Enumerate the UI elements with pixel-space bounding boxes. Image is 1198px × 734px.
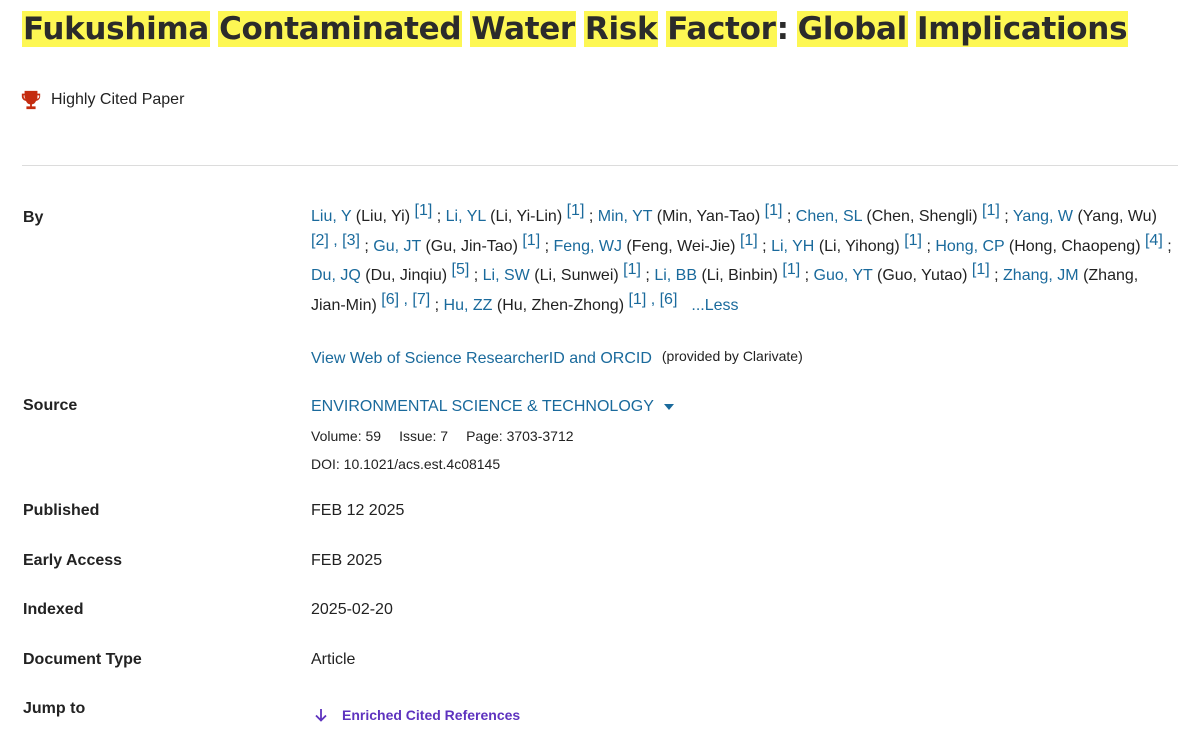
title-word: Fukushima <box>22 11 211 47</box>
author-full-name: (Li, Binbin) <box>701 267 778 284</box>
published-value: FEB 12 2025 <box>311 502 405 519</box>
author-separator: ; <box>469 267 483 284</box>
author-separator: ; <box>989 267 1004 284</box>
author-full-name: (Gu, Jin-Tao) <box>425 237 518 255</box>
affiliation-ref[interactable]: [1] <box>415 202 433 219</box>
author-full-name: (Feng, Wei-Jie) <box>626 237 736 255</box>
author-separator: ; <box>359 237 374 255</box>
author-link[interactable]: Zhang, JM <box>1003 267 1079 284</box>
author-link[interactable]: Feng, WJ <box>554 238 622 255</box>
author-link[interactable]: Gu, JT <box>373 238 421 255</box>
early-access-value: FEB 2025 <box>311 552 383 569</box>
title-word: Factor <box>666 11 777 47</box>
affiliation-ref[interactable]: [4] <box>1145 232 1163 249</box>
source-label: Source <box>23 397 78 414</box>
affiliation-ref[interactable]: [1] <box>765 202 783 219</box>
author-link[interactable]: Hong, CP <box>935 238 1004 255</box>
author-separator: ; <box>640 267 655 284</box>
author-full-name: (Liu, Yi) <box>355 208 411 225</box>
author-link[interactable]: Li, YL <box>446 208 486 225</box>
affiliation-ref[interactable]: [5] <box>452 261 470 278</box>
volume: Volume: 59 <box>311 428 382 444</box>
author-link[interactable]: Yang, W <box>1013 208 1073 225</box>
affiliation-ref[interactable]: [2] , [3] <box>311 232 360 249</box>
document-type-label: Document Type <box>23 651 142 668</box>
issue: Issue: 7 <box>399 428 449 444</box>
title-word: Global <box>796 11 908 47</box>
doi: DOI: 10.1021/acs.est.4c08145 <box>311 456 501 472</box>
researcher-id-link[interactable]: View Web of Science ResearcherID and ORC… <box>311 350 652 367</box>
indexed-value: 2025-02-20 <box>311 601 393 618</box>
author-full-name: (Li, Sunwei) <box>534 267 619 284</box>
author-separator: ; <box>922 237 936 255</box>
author-full-name: (Du, Jinqiu) <box>365 267 448 284</box>
enriched-cited-references-link[interactable]: Enriched Cited References <box>313 707 520 723</box>
author-full-name: (Yang, Wu) <box>1077 208 1157 225</box>
journal-name: ENVIRONMENTAL SCIENCE & TECHNOLOGY <box>311 398 654 415</box>
author-separator: ; <box>782 208 796 225</box>
authors-less-toggle[interactable]: ...Less <box>691 297 738 314</box>
author-full-name: (Min, Yan-Tao) <box>656 208 761 225</box>
published-label: Published <box>23 502 100 519</box>
title-colon: : <box>776 11 789 47</box>
title-word: Contaminated <box>218 11 463 47</box>
author-link[interactable]: Du, JQ <box>311 267 361 284</box>
author-separator: ; <box>800 267 814 284</box>
early-access-label: Early Access <box>23 552 123 569</box>
author-separator: ; <box>584 208 598 225</box>
author-link[interactable]: Chen, SL <box>796 208 862 225</box>
author-full-name: (Guo, Yutao) <box>876 267 968 284</box>
jump-to-label: Jump to <box>23 700 86 717</box>
affiliation-ref[interactable]: [1] <box>740 232 758 249</box>
divider <box>22 165 1178 166</box>
volume-issue-page: Volume: 59 Issue: 7 Page: 3703-3712 <box>311 428 574 444</box>
author-full-name: (Hong, Chaopeng) <box>1008 237 1141 255</box>
author-full-name: (Hu, Zhen-Zhong) <box>496 296 625 314</box>
title-word: Implications <box>915 11 1129 47</box>
highly-cited-label: Highly Cited Paper <box>51 91 185 108</box>
affiliation-ref[interactable]: [1] <box>782 261 800 278</box>
author-link[interactable]: Li, BB <box>654 267 697 284</box>
affiliation-ref[interactable]: [1] <box>522 232 540 249</box>
caret-down-icon <box>663 404 674 410</box>
affiliation-ref[interactable]: [1] <box>567 202 585 219</box>
affiliation-ref[interactable]: [1] <box>982 202 1000 219</box>
affiliation-ref[interactable]: [6] , [7] <box>381 291 430 308</box>
page-title: Fukushima Contaminated Water Risk Factor: Glo… <box>22 7 1129 51</box>
author-link[interactable]: Guo, YT <box>814 267 873 284</box>
author-link[interactable]: Li, SW <box>483 267 530 284</box>
author-separator: ; <box>999 208 1013 225</box>
enriched-cited-references-label: Enriched Cited References <box>342 707 521 723</box>
author-separator: ; <box>540 237 554 255</box>
researcher-id-row: View Web of Science ResearcherID and ORC… <box>311 348 803 368</box>
page-range: Page: 3703-3712 <box>466 428 574 444</box>
author-separator: ; <box>432 208 446 225</box>
title-word: Water <box>470 11 576 47</box>
author-link[interactable]: Li, YH <box>771 238 814 255</box>
arrow-down-icon <box>315 709 327 722</box>
affiliation-ref[interactable]: [1] <box>972 261 990 278</box>
author-separator: ; <box>757 237 772 255</box>
highly-cited-badge: Highly Cited Paper <box>20 89 184 111</box>
author-link[interactable]: Liu, Y <box>311 208 351 225</box>
indexed-label: Indexed <box>23 601 84 618</box>
author-link[interactable]: Min, YT <box>598 208 653 225</box>
author-full-name: (Chen, Shengli) <box>866 208 978 225</box>
author-separator: ; <box>430 296 444 314</box>
document-type-value: Article <box>311 651 356 668</box>
author-full-name: (Li, Yi-Lin) <box>490 208 563 225</box>
affiliation-ref[interactable]: [1] <box>623 261 641 278</box>
authors-list: Liu, Y (Liu, Yi) [1] ; Li, YL (Li, Yi-Li… <box>311 202 1177 320</box>
affiliation-ref[interactable]: [1] , [6] <box>628 291 677 308</box>
journal-dropdown[interactable]: ENVIRONMENTAL SCIENCE & TECHNOLOGY <box>311 398 674 416</box>
author-full-name: (Li, Yihong) <box>818 237 900 255</box>
trophy-icon <box>21 90 41 110</box>
title-word: Risk <box>583 11 659 47</box>
author-link[interactable]: Hu, ZZ <box>444 297 493 314</box>
author-separator: ; <box>1162 237 1172 255</box>
provided-by-label: (provided by Clarivate) <box>661 348 803 364</box>
by-label: By <box>23 209 44 226</box>
affiliation-ref[interactable]: [1] <box>904 232 922 249</box>
